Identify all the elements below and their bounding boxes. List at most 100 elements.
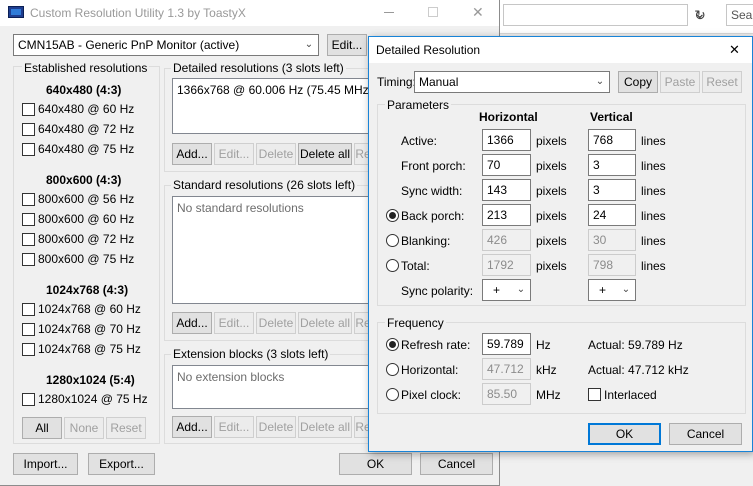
refresh-actual: Actual: 59.789 Hz (588, 338, 683, 352)
import-button[interactable]: Import... (13, 453, 78, 475)
standard-delete-button[interactable]: Delete (256, 312, 296, 334)
detailed-edit-button[interactable]: Edit... (214, 143, 254, 165)
h-blanking-input[interactable]: 426 (482, 229, 531, 251)
checkbox-800x600-60[interactable] (22, 213, 35, 226)
unit-label: Hz (536, 338, 551, 352)
h-sync-width-input[interactable]: 143 (482, 179, 531, 201)
paste-button[interactable]: Paste (660, 71, 700, 93)
v-front-porch-input[interactable]: 3 (588, 154, 636, 176)
copy-button[interactable]: Copy (618, 71, 658, 93)
checkbox-1024x768-70[interactable] (22, 323, 35, 336)
timing-select[interactable]: Manual ⌄ (414, 71, 610, 93)
monitor-select[interactable]: CMN15AB - Generic PnP Monitor (active) ⌄ (13, 34, 319, 56)
chevron-down-icon: ⌄ (621, 284, 631, 295)
v-active-input[interactable]: 768 (588, 129, 636, 151)
v-sync-width-input[interactable]: 3 (588, 179, 636, 201)
export-button[interactable]: Export... (88, 453, 155, 475)
dialog-title: Detailed Resolution (376, 43, 481, 57)
refresh-rate-radio[interactable] (386, 338, 399, 351)
horizontal-freq-input[interactable]: 47.712 (482, 358, 531, 380)
standard-edit-button[interactable]: Edit... (214, 312, 254, 334)
standard-delete-all-button[interactable]: Delete all (298, 312, 352, 334)
h-total-input[interactable]: 1792 (482, 254, 531, 276)
pixel-clock-input[interactable]: 85.50 (482, 383, 531, 405)
detailed-delete-button[interactable]: Delete (256, 143, 296, 165)
empty-list-text: No standard resolutions (177, 201, 304, 215)
unit-label: pixels (536, 234, 567, 248)
checkbox-640x480-60[interactable] (22, 103, 35, 116)
extension-add-button[interactable]: Add... (172, 416, 212, 438)
checkbox-640x480-75[interactable] (22, 143, 35, 156)
checkbox-800x600-72[interactable] (22, 233, 35, 246)
res-label: 1024x768 @ 70 Hz (38, 322, 141, 336)
detailed-resolutions-list[interactable]: 1366x768 @ 60.006 Hz (75.45 MHz) [–/ (172, 78, 374, 134)
maximize-icon[interactable] (428, 7, 438, 17)
established-none-button[interactable]: None (64, 417, 104, 439)
h-polarity-select[interactable]: + ⌄ (482, 279, 531, 301)
checkbox-1280x1024-75[interactable] (22, 393, 35, 406)
edit-monitor-button[interactable]: Edit... (327, 34, 367, 56)
h-back-porch-input[interactable]: 213 (482, 204, 531, 226)
checkbox-800x600-75[interactable] (22, 253, 35, 266)
interlaced-checkbox[interactable] (588, 388, 601, 401)
v-polarity-select[interactable]: + ⌄ (588, 279, 636, 301)
refresh-rate-input[interactable]: 59.789 (482, 333, 531, 355)
res-label: 1280x1024 @ 75 Hz (38, 392, 148, 406)
dialog-reset-button[interactable]: Reset (702, 71, 742, 93)
unit-label: lines (641, 184, 666, 198)
front-porch-label: Front porch: (401, 159, 466, 173)
unit-label: pixels (536, 259, 567, 273)
res-label: 800x600 @ 60 Hz (38, 212, 135, 226)
h-front-porch-input[interactable]: 70 (482, 154, 531, 176)
extension-delete-all-button[interactable]: Delete all (298, 416, 352, 438)
main-cancel-button[interactable]: Cancel (420, 453, 493, 475)
app-monitor-icon (8, 6, 24, 18)
extension-delete-button[interactable]: Delete (256, 416, 296, 438)
pixel-clock-radio[interactable] (386, 388, 399, 401)
main-ok-button[interactable]: OK (339, 453, 412, 475)
v-back-porch-input[interactable]: 24 (588, 204, 636, 226)
checkbox-640x480-72[interactable] (22, 123, 35, 136)
horizontal-freq-label: Horizontal: (401, 363, 459, 377)
close-icon[interactable]: ✕ (729, 42, 740, 58)
group-heading-640: 640x480 (4:3) (46, 83, 122, 97)
detailed-add-button[interactable]: Add... (172, 143, 212, 165)
established-all-button[interactable]: All (22, 417, 62, 439)
minimize-icon[interactable] (384, 12, 394, 13)
chevron-down-icon: ⌄ (304, 39, 314, 50)
close-icon[interactable]: ✕ (472, 4, 484, 21)
timing-label: Timing: (377, 75, 416, 89)
checkbox-1024x768-75[interactable] (22, 343, 35, 356)
established-reset-button[interactable]: Reset (106, 417, 146, 439)
chevron-down-icon: ⌄ (595, 76, 605, 87)
extension-edit-button[interactable]: Edit... (214, 416, 254, 438)
back-porch-radio[interactable] (386, 209, 399, 222)
main-titlebar[interactable]: Custom Resolution Utility 1.3 by ToastyX… (0, 0, 499, 26)
h-active-input[interactable]: 1366 (482, 129, 531, 151)
horizontal-freq-radio[interactable] (386, 363, 399, 376)
empty-list-text: No extension blocks (177, 370, 285, 384)
blanking-radio[interactable] (386, 234, 399, 247)
detailed-delete-all-button[interactable]: Delete all (298, 143, 352, 165)
browser-search-field[interactable]: Sear (726, 4, 753, 26)
v-blanking-input[interactable]: 30 (588, 229, 636, 251)
refresh-icon[interactable]: ↻ (690, 5, 710, 25)
unit-label: MHz (536, 388, 561, 402)
horizontal-actual: Actual: 47.712 kHz (588, 363, 689, 377)
browser-address-bar[interactable] (503, 4, 688, 26)
unit-label: lines (641, 134, 666, 148)
list-item[interactable]: 1366x768 @ 60.006 Hz (75.45 MHz) [–/ (177, 83, 373, 97)
res-label: 1024x768 @ 75 Hz (38, 342, 141, 356)
standard-resolutions-list[interactable]: No standard resolutions (172, 196, 374, 304)
v-total-input[interactable]: 798 (588, 254, 636, 276)
active-label: Active: (401, 134, 438, 148)
checkbox-800x600-56[interactable] (22, 193, 35, 206)
standard-add-button[interactable]: Add... (172, 312, 212, 334)
extension-blocks-list[interactable]: No extension blocks (172, 365, 374, 409)
dialog-cancel-button[interactable]: Cancel (669, 423, 742, 445)
checkbox-1024x768-60[interactable] (22, 303, 35, 316)
dialog-ok-button[interactable]: OK (588, 423, 661, 445)
dialog-titlebar[interactable]: Detailed Resolution ✕ (369, 37, 752, 63)
total-radio[interactable] (386, 259, 399, 272)
unit-label: lines (641, 234, 666, 248)
